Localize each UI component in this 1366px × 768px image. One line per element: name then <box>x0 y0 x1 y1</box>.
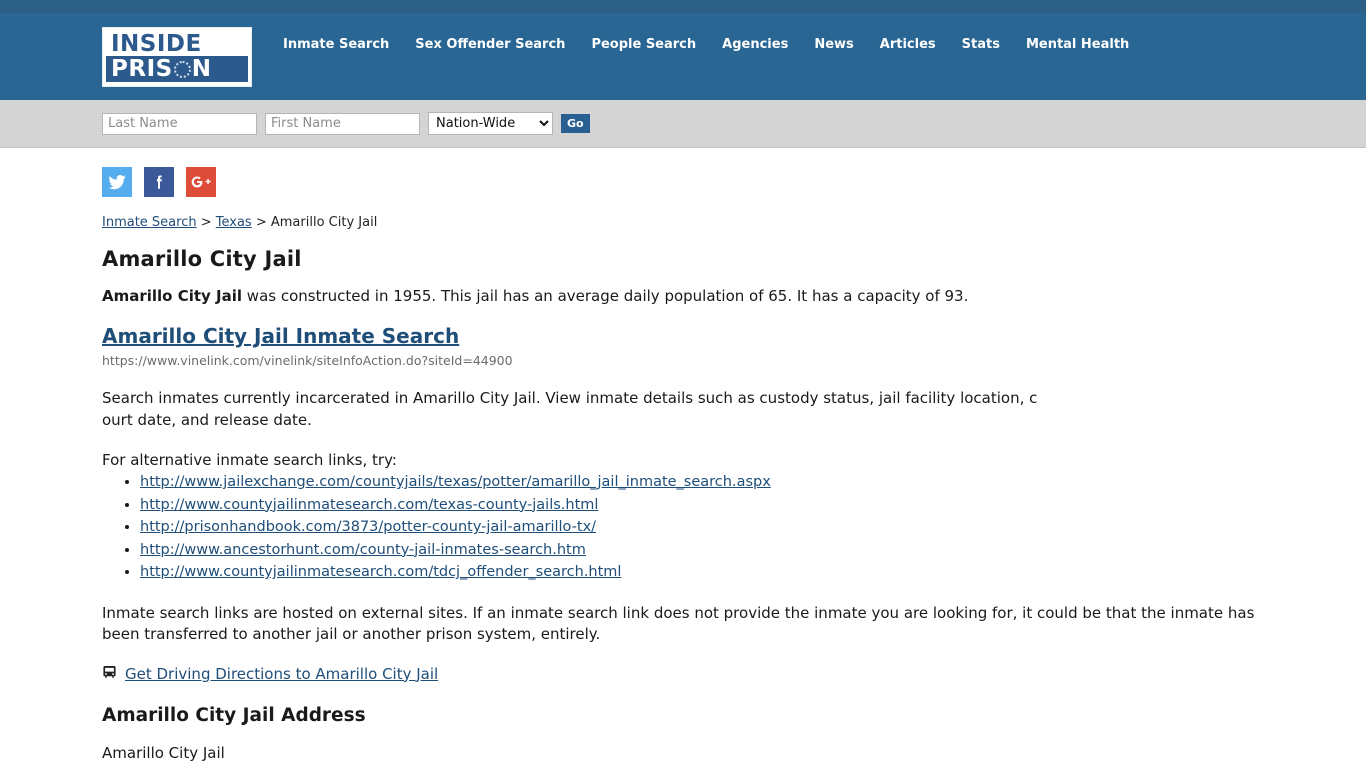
facility-intro-text: was constructed in 1955. This jail has a… <box>242 287 968 305</box>
list-item: http://www.countyjailinmatesearch.com/te… <box>140 494 1264 517</box>
breadcrumb-separator-2: > <box>252 215 271 230</box>
breadcrumb-separator-1: > <box>197 215 216 230</box>
driving-directions-row: Get Driving Directions to Amarillo City … <box>102 665 1264 683</box>
alt-link-jailexchange[interactable]: http://www.jailexchange.com/countyjails/… <box>140 474 771 490</box>
nav-item-articles[interactable]: Articles <box>880 37 936 52</box>
first-name-input[interactable] <box>265 113 420 135</box>
region-select[interactable]: Nation-Wide <box>428 112 553 135</box>
list-item: http://www.jailexchange.com/countyjails/… <box>140 471 1264 494</box>
top-strip <box>0 0 1366 13</box>
main-content: Inmate Search > Texas > Amarillo City Ja… <box>0 148 1264 762</box>
logo-text-prison: PRIS N <box>106 56 248 82</box>
alt-link-ancestorhunt[interactable]: http://www.ancestorhunt.com/county-jail-… <box>140 542 586 558</box>
breadcrumb-link-inmate-search[interactable]: Inmate Search <box>102 215 197 230</box>
bus-icon <box>102 665 117 683</box>
nav-item-people-search[interactable]: People Search <box>591 37 696 52</box>
nav-item-news[interactable]: News <box>814 37 853 52</box>
facebook-icon[interactable] <box>144 167 174 197</box>
page-title: Amarillo City Jail <box>102 247 1264 271</box>
search-description-line-1: Search inmates currently incarcerated in… <box>102 389 1037 407</box>
nav-item-stats[interactable]: Stats <box>962 37 1000 52</box>
alt-link-countyjailinmatesearch-tdcj[interactable]: http://www.countyjailinmatesearch.com/td… <box>140 564 621 580</box>
facility-name-bold: Amarillo City Jail <box>102 287 242 305</box>
facility-intro-paragraph: Amarillo City Jail was constructed in 19… <box>102 286 1264 306</box>
logo-prison-post: N <box>192 56 212 82</box>
list-item: http://prisonhandbook.com/3873/potter-co… <box>140 516 1264 539</box>
breadcrumb: Inmate Search > Texas > Amarillo City Ja… <box>102 215 1264 230</box>
main-navigation: Inmate Search Sex Offender Search People… <box>283 37 1366 52</box>
address-line-1: Amarillo City Jail <box>102 744 1264 762</box>
alternative-links-list: http://www.jailexchange.com/countyjails/… <box>102 471 1264 584</box>
search-description-line-2: ourt date, and release date. <box>102 409 1262 431</box>
site-logo[interactable]: INSIDE PRIS N <box>102 27 252 87</box>
inmate-search-bar: Nation-Wide Go <box>0 100 1366 148</box>
nav-item-inmate-search[interactable]: Inmate Search <box>283 37 389 52</box>
external-links-note: Inmate search links are hosted on extern… <box>102 603 1267 645</box>
last-name-input[interactable] <box>102 113 257 135</box>
google-plus-icon[interactable] <box>186 167 216 197</box>
inmate-search-heading: Amarillo City Jail Inmate Search <box>102 324 1264 348</box>
list-item: http://www.countyjailinmatesearch.com/td… <box>140 561 1264 584</box>
driving-directions-link[interactable]: Get Driving Directions to Amarillo City … <box>125 665 438 683</box>
address-heading: Amarillo City Jail Address <box>102 705 1264 726</box>
alternative-links-intro: For alternative inmate search links, try… <box>102 451 1264 469</box>
logo-text-inside: INSIDE <box>106 32 248 56</box>
nav-item-sex-offender-search[interactable]: Sex Offender Search <box>415 37 565 52</box>
go-button[interactable]: Go <box>561 114 590 133</box>
alt-link-prisonhandbook[interactable]: http://prisonhandbook.com/3873/potter-co… <box>140 519 596 535</box>
logo-prison-pre: PRIS <box>111 56 173 82</box>
site-header: INSIDE PRIS N Inmate Search Sex Offender… <box>0 13 1366 100</box>
inmate-search-link[interactable]: Amarillo City Jail Inmate Search <box>102 324 459 348</box>
search-description-paragraph: Search inmates currently incarcerated in… <box>102 387 1262 431</box>
breadcrumb-link-texas[interactable]: Texas <box>216 215 252 230</box>
social-share-row <box>102 167 1264 197</box>
nav-item-agencies[interactable]: Agencies <box>722 37 788 52</box>
page-root: INSIDE PRIS N Inmate Search Sex Offender… <box>0 0 1366 768</box>
barbed-wire-circle-icon <box>174 61 191 78</box>
nav-item-mental-health[interactable]: Mental Health <box>1026 37 1129 52</box>
twitter-icon[interactable] <box>102 167 132 197</box>
inmate-search-url: https://www.vinelink.com/vinelink/siteIn… <box>102 353 1264 368</box>
alt-link-countyjailinmatesearch-texas[interactable]: http://www.countyjailinmatesearch.com/te… <box>140 497 598 513</box>
list-item: http://www.ancestorhunt.com/county-jail-… <box>140 539 1264 562</box>
breadcrumb-current: Amarillo City Jail <box>271 215 377 230</box>
